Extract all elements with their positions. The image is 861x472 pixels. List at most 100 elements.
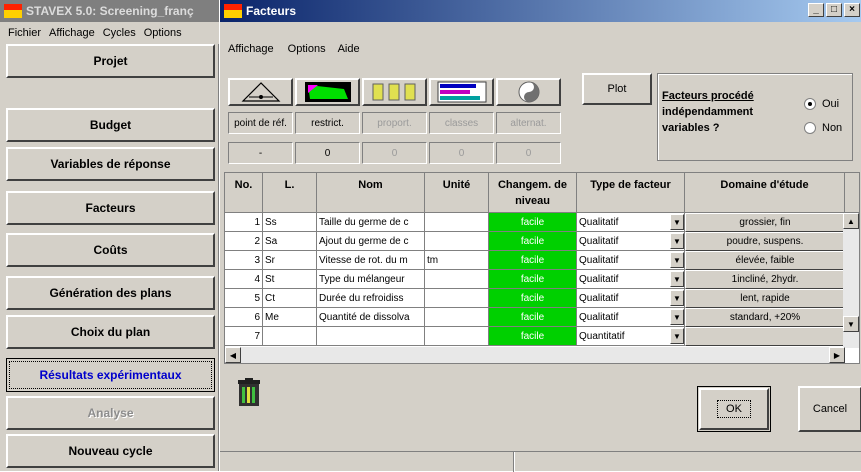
cell-change[interactable]: facile bbox=[489, 251, 577, 270]
cell-unite[interactable]: tm bbox=[425, 251, 489, 270]
cell-unite[interactable] bbox=[425, 289, 489, 308]
cell-type[interactable]: Qualitatif ▼ bbox=[577, 308, 685, 327]
cancel-button[interactable]: Cancel bbox=[798, 386, 861, 432]
cell-nom[interactable] bbox=[317, 327, 425, 346]
cell-domaine[interactable]: 1incliné, 2hydr. bbox=[685, 270, 845, 289]
cell-unite[interactable] bbox=[425, 213, 489, 232]
cell-domaine[interactable]: élevée, faible bbox=[685, 251, 845, 270]
nav-budget-button[interactable]: Budget bbox=[6, 108, 215, 142]
cell-no: 1 bbox=[225, 213, 263, 232]
col-header-domaine: Domaine d'étude bbox=[685, 173, 845, 213]
menu-options[interactable]: Options bbox=[144, 27, 182, 39]
cell-text: facile bbox=[520, 292, 545, 304]
nav-projet-button[interactable]: Projet bbox=[6, 44, 215, 78]
cell-nom[interactable]: Durée du refroidiss bbox=[317, 289, 425, 308]
maximize-button[interactable]: □ bbox=[826, 3, 842, 17]
nav-choix-button[interactable]: Choix du plan bbox=[6, 315, 215, 349]
cell-change[interactable]: facile bbox=[489, 308, 577, 327]
minimize-button[interactable]: _ bbox=[808, 3, 824, 17]
horizontal-scrollbar[interactable]: ◀ ▶ bbox=[225, 347, 845, 363]
dropdown-arrow-icon[interactable]: ▼ bbox=[670, 271, 684, 287]
cell-text: tm bbox=[427, 254, 439, 266]
dropdown-arrow-icon[interactable]: ▼ bbox=[670, 309, 684, 325]
classes-icon bbox=[437, 81, 486, 103]
cell-unite[interactable] bbox=[425, 270, 489, 289]
restriction-button[interactable] bbox=[295, 78, 360, 106]
scroll-down-button[interactable]: ▼ bbox=[843, 316, 859, 332]
cell-no: 4 bbox=[225, 270, 263, 289]
nav-label: Génération des plans bbox=[49, 286, 172, 300]
navigation-panel: Projet Budget Variables de réponse Facte… bbox=[0, 44, 219, 471]
cell-nom[interactable]: Type du mélangeur bbox=[317, 270, 425, 289]
classes-button[interactable] bbox=[429, 78, 494, 106]
proportion-button[interactable] bbox=[362, 78, 427, 106]
cell-nom[interactable]: Ajout du germe de c bbox=[317, 232, 425, 251]
cell-nom[interactable]: Quantité de dissolva bbox=[317, 308, 425, 327]
cell-unite[interactable] bbox=[425, 232, 489, 251]
cell-type[interactable]: Qualitatif ▼ bbox=[577, 270, 685, 289]
vertical-scrollbar[interactable]: ▲ ▼ bbox=[843, 213, 859, 348]
radio-oui[interactable]: Oui bbox=[804, 98, 839, 110]
trash-icon[interactable] bbox=[236, 378, 262, 408]
radio-non[interactable]: Non bbox=[804, 122, 842, 134]
ok-button[interactable]: OK bbox=[697, 386, 771, 432]
dropdown-arrow-icon[interactable]: ▼ bbox=[670, 290, 684, 306]
menu-cycles[interactable]: Cycles bbox=[103, 27, 136, 39]
scroll-right-button[interactable]: ▶ bbox=[829, 347, 845, 363]
dropdown-arrow-icon[interactable]: ▼ bbox=[670, 233, 684, 249]
cell-type[interactable]: Qualitatif ▼ bbox=[577, 232, 685, 251]
nav-couts-button[interactable]: Coûts bbox=[6, 233, 215, 267]
cell-unite[interactable] bbox=[425, 327, 489, 346]
close-button[interactable]: × bbox=[844, 3, 860, 17]
cell-nom[interactable]: Vitesse de rot. du m bbox=[317, 251, 425, 270]
cell-domaine[interactable]: grossier, fin bbox=[685, 213, 845, 232]
cell-text: Ss bbox=[265, 216, 277, 228]
nav-nouveau-cycle-button[interactable]: Nouveau cycle bbox=[6, 434, 215, 468]
col-header-unite: Unité bbox=[425, 173, 489, 213]
reference-point-button[interactable] bbox=[228, 78, 293, 106]
cell-type[interactable]: Quantitatif ▼ bbox=[577, 327, 685, 346]
cell-text: Sr bbox=[265, 254, 275, 266]
cell-text: Qualitatif bbox=[579, 311, 619, 323]
ok-button-face: OK bbox=[699, 388, 769, 430]
dropdown-arrow-icon[interactable]: ▼ bbox=[670, 328, 684, 344]
cell-text: Quantitatif bbox=[579, 330, 625, 342]
menu-dlg-options[interactable]: Options bbox=[288, 43, 326, 55]
facteurs-title: Facteurs bbox=[246, 4, 297, 18]
cell-change[interactable]: facile bbox=[489, 213, 577, 232]
cell-domaine[interactable]: lent, rapide bbox=[685, 289, 845, 308]
cell-domaine[interactable]: standard, +20% bbox=[685, 308, 845, 327]
nav-resultats-button[interactable]: Résultats expérimentaux bbox=[6, 358, 215, 392]
menu-fichier[interactable]: Fichier bbox=[8, 27, 41, 39]
scroll-left-button[interactable]: ◀ bbox=[225, 347, 241, 363]
menu-dlg-affichage[interactable]: Affichage bbox=[228, 43, 274, 55]
cell-change[interactable]: facile bbox=[489, 232, 577, 251]
menu-dlg-aide[interactable]: Aide bbox=[338, 43, 360, 55]
cell-nom[interactable]: Taille du germe de c bbox=[317, 213, 425, 232]
close-icon: × bbox=[849, 4, 855, 15]
cell-domaine[interactable]: poudre, suspens. bbox=[685, 232, 845, 251]
nav-variables-button[interactable]: Variables de réponse bbox=[6, 147, 215, 181]
cell-change[interactable]: facile bbox=[489, 327, 577, 346]
cell-type[interactable]: Qualitatif ▼ bbox=[577, 289, 685, 308]
cell-type[interactable]: Qualitatif ▼ bbox=[577, 251, 685, 270]
plot-button[interactable]: Plot bbox=[582, 73, 652, 105]
cell-text: facile bbox=[520, 330, 545, 342]
cell-unite[interactable] bbox=[425, 308, 489, 327]
menu-affichage[interactable]: Affichage bbox=[49, 27, 95, 39]
nav-facteurs-button[interactable]: Facteurs bbox=[6, 191, 215, 225]
reference-point-count: - bbox=[228, 142, 293, 164]
scroll-up-button[interactable]: ▲ bbox=[843, 213, 859, 229]
alternative-button[interactable] bbox=[496, 78, 561, 106]
dropdown-arrow-icon[interactable]: ▼ bbox=[670, 252, 684, 268]
cell-l: Sa bbox=[263, 232, 317, 251]
restriction-caption: restrict. bbox=[295, 112, 360, 134]
dropdown-arrow-icon[interactable]: ▼ bbox=[670, 214, 684, 230]
cell-change[interactable]: facile bbox=[489, 270, 577, 289]
nav-generation-button[interactable]: Génération des plans bbox=[6, 276, 215, 310]
cell-change[interactable]: facile bbox=[489, 289, 577, 308]
cell-type[interactable]: Qualitatif ▼ bbox=[577, 213, 685, 232]
nav-label: Nouveau cycle bbox=[68, 444, 153, 458]
cell-text: élevée, faible bbox=[735, 255, 795, 266]
cell-domaine[interactable] bbox=[685, 327, 845, 346]
